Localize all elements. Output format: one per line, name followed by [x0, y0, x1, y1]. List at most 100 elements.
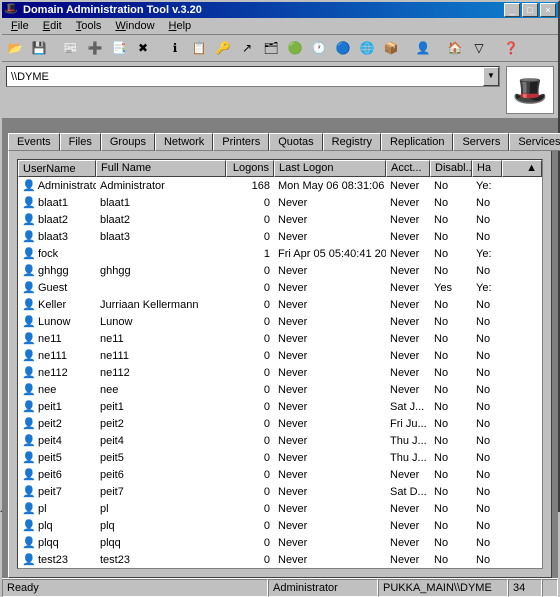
table-row[interactable]: 👤plpl0NeverNeverNoNo: [18, 500, 542, 517]
menu-tools[interactable]: Tools: [69, 18, 109, 34]
tab-replication[interactable]: Replication: [381, 133, 453, 151]
cell: ne112: [96, 367, 226, 379]
table-row[interactable]: 👤peit5peit50NeverThu J...NoNo: [18, 449, 542, 466]
table-row[interactable]: 👤plqplq0NeverNeverNoNo: [18, 517, 542, 534]
user-icon: 👤: [22, 400, 36, 414]
table-row[interactable]: 👤neenee0NeverNeverNoNo: [18, 381, 542, 398]
tab-services[interactable]: Services: [509, 133, 560, 151]
cell: Never: [386, 265, 430, 277]
cell: Never: [274, 452, 386, 464]
domain-combo[interactable]: ▼: [6, 66, 500, 87]
toolbar-button[interactable]: 📦: [380, 37, 402, 59]
cell: 0: [226, 469, 274, 481]
cell: No: [430, 401, 472, 413]
toolbar-button[interactable]: ℹ: [164, 37, 186, 59]
table-row[interactable]: 👤KellerJurriaan Kellermann0NeverNeverNoN…: [18, 296, 542, 313]
toolbar-button[interactable]: 👤: [412, 37, 434, 59]
cell: No: [430, 520, 472, 532]
toolbar-button[interactable]: ➕: [84, 37, 106, 59]
close-button[interactable]: ×: [540, 3, 556, 17]
toolbar-button[interactable]: 🕐: [308, 37, 330, 59]
table-row[interactable]: 👤test23test230NeverNeverNoNo: [18, 551, 542, 568]
tab-printers[interactable]: Printers: [213, 133, 269, 151]
toolbar-button[interactable]: 🔑: [212, 37, 234, 59]
table-row[interactable]: 👤peit1peit10NeverSat J...NoNo: [18, 398, 542, 415]
list-rows[interactable]: 👤AdministratorAdministrator168Mon May 06…: [18, 177, 542, 568]
user-icon: 👤: [22, 451, 36, 465]
cell: Ye:: [472, 282, 502, 294]
cell: Sat D...: [386, 486, 430, 498]
table-row[interactable]: 👤blaat3blaat30NeverNeverNoNo: [18, 228, 542, 245]
toolbar-button[interactable]: ▽: [468, 37, 490, 59]
column-header[interactable]: UserName: [18, 160, 96, 177]
toolbar-button[interactable]: 📋: [188, 37, 210, 59]
cell: Never: [386, 350, 430, 362]
column-header[interactable]: Disabl...: [430, 160, 472, 177]
user-icon: 👤: [22, 553, 36, 567]
cell: 👤nee: [18, 383, 96, 397]
user-list[interactable]: UserNameFull NameLogonsLast LogonAcct...…: [17, 159, 543, 569]
cell: Never: [274, 265, 386, 277]
column-header[interactable]: Logons: [226, 160, 274, 177]
tab-groups[interactable]: Groups: [101, 133, 155, 151]
table-row[interactable]: 👤blaat2blaat20NeverNeverNoNo: [18, 211, 542, 228]
cell: No: [430, 214, 472, 226]
tab-servers[interactable]: Servers: [453, 133, 509, 151]
chevron-down-icon[interactable]: ▼: [483, 67, 499, 86]
cell: ne11: [96, 333, 226, 345]
domain-input[interactable]: [7, 67, 483, 86]
table-row[interactable]: 👤Guest0NeverNeverYesYe:: [18, 279, 542, 296]
table-row[interactable]: 👤peit2peit20NeverFri Ju...NoNo: [18, 415, 542, 432]
menu-help[interactable]: Help: [162, 18, 199, 34]
tab-quotas[interactable]: Quotas: [269, 133, 322, 151]
table-row[interactable]: 👤peit4peit40NeverThu J...NoNo: [18, 432, 542, 449]
column-header[interactable]: Last Logon: [274, 160, 386, 177]
tab-network[interactable]: Network: [155, 133, 213, 151]
table-row[interactable]: 👤ne112ne1120NeverNeverNoNo: [18, 364, 542, 381]
tab-events[interactable]: Events: [8, 133, 60, 151]
menu-file[interactable]: File: [4, 18, 36, 34]
toolbar-button[interactable]: ✖: [132, 37, 154, 59]
table-row[interactable]: 👤peit7peit70NeverSat D...NoNo: [18, 483, 542, 500]
resize-grip[interactable]: [542, 579, 558, 597]
cell: Never: [274, 299, 386, 311]
cell: Never: [274, 231, 386, 243]
column-header[interactable]: Ha: [472, 160, 502, 177]
cell: No: [472, 469, 502, 481]
table-row[interactable]: 👤ne11ne110NeverNeverNoNo: [18, 330, 542, 347]
table-row[interactable]: 👤AdministratorAdministrator168Mon May 06…: [18, 177, 542, 194]
toolbar-button[interactable]: 📰: [60, 37, 82, 59]
table-row[interactable]: 👤plqqplqq0NeverNeverNoNo: [18, 534, 542, 551]
column-headers[interactable]: UserNameFull NameLogonsLast LogonAcct...…: [18, 160, 542, 177]
menu-edit[interactable]: Edit: [36, 18, 69, 34]
toolbar-button[interactable]: 📂: [4, 37, 26, 59]
table-row[interactable]: 👤peit6peit60NeverNeverNoNo: [18, 466, 542, 483]
toolbar-button[interactable]: ❓: [500, 37, 522, 59]
column-header[interactable]: Acct...: [386, 160, 430, 177]
toolbar-button[interactable]: 🗂: [260, 37, 282, 59]
maximize-button[interactable]: □: [522, 3, 538, 17]
toolbar-button[interactable]: 📑: [108, 37, 130, 59]
menu-window[interactable]: Window: [108, 18, 161, 34]
toolbar-button[interactable]: 💾: [28, 37, 50, 59]
toolbar-button[interactable]: 🟢: [284, 37, 306, 59]
table-row[interactable]: 👤ghhggghhgg0NeverNeverNoNo: [18, 262, 542, 279]
toolbar-button[interactable]: 🌐: [356, 37, 378, 59]
user-icon: 👤: [22, 179, 36, 193]
column-header[interactable]: Full Name: [96, 160, 226, 177]
minimize-button[interactable]: _: [504, 3, 520, 17]
table-row[interactable]: 👤blaat1blaat10NeverNeverNoNo: [18, 194, 542, 211]
cell: Never: [386, 367, 430, 379]
toolbar-button[interactable]: ↗: [236, 37, 258, 59]
app-logo: 🎩: [506, 66, 554, 114]
table-row[interactable]: 👤LunowLunow0NeverNeverNoNo: [18, 313, 542, 330]
tab-files[interactable]: Files: [60, 133, 101, 151]
cell: No: [472, 333, 502, 345]
cell: No: [430, 299, 472, 311]
cell: Never: [386, 333, 430, 345]
toolbar-button[interactable]: 🏠: [444, 37, 466, 59]
table-row[interactable]: 👤fock1Fri Apr 05 05:40:41 2002NeverNoYe:: [18, 245, 542, 262]
table-row[interactable]: 👤ne111ne1110NeverNeverNoNo: [18, 347, 542, 364]
tab-registry[interactable]: Registry: [323, 133, 381, 151]
toolbar-button[interactable]: 🔵: [332, 37, 354, 59]
